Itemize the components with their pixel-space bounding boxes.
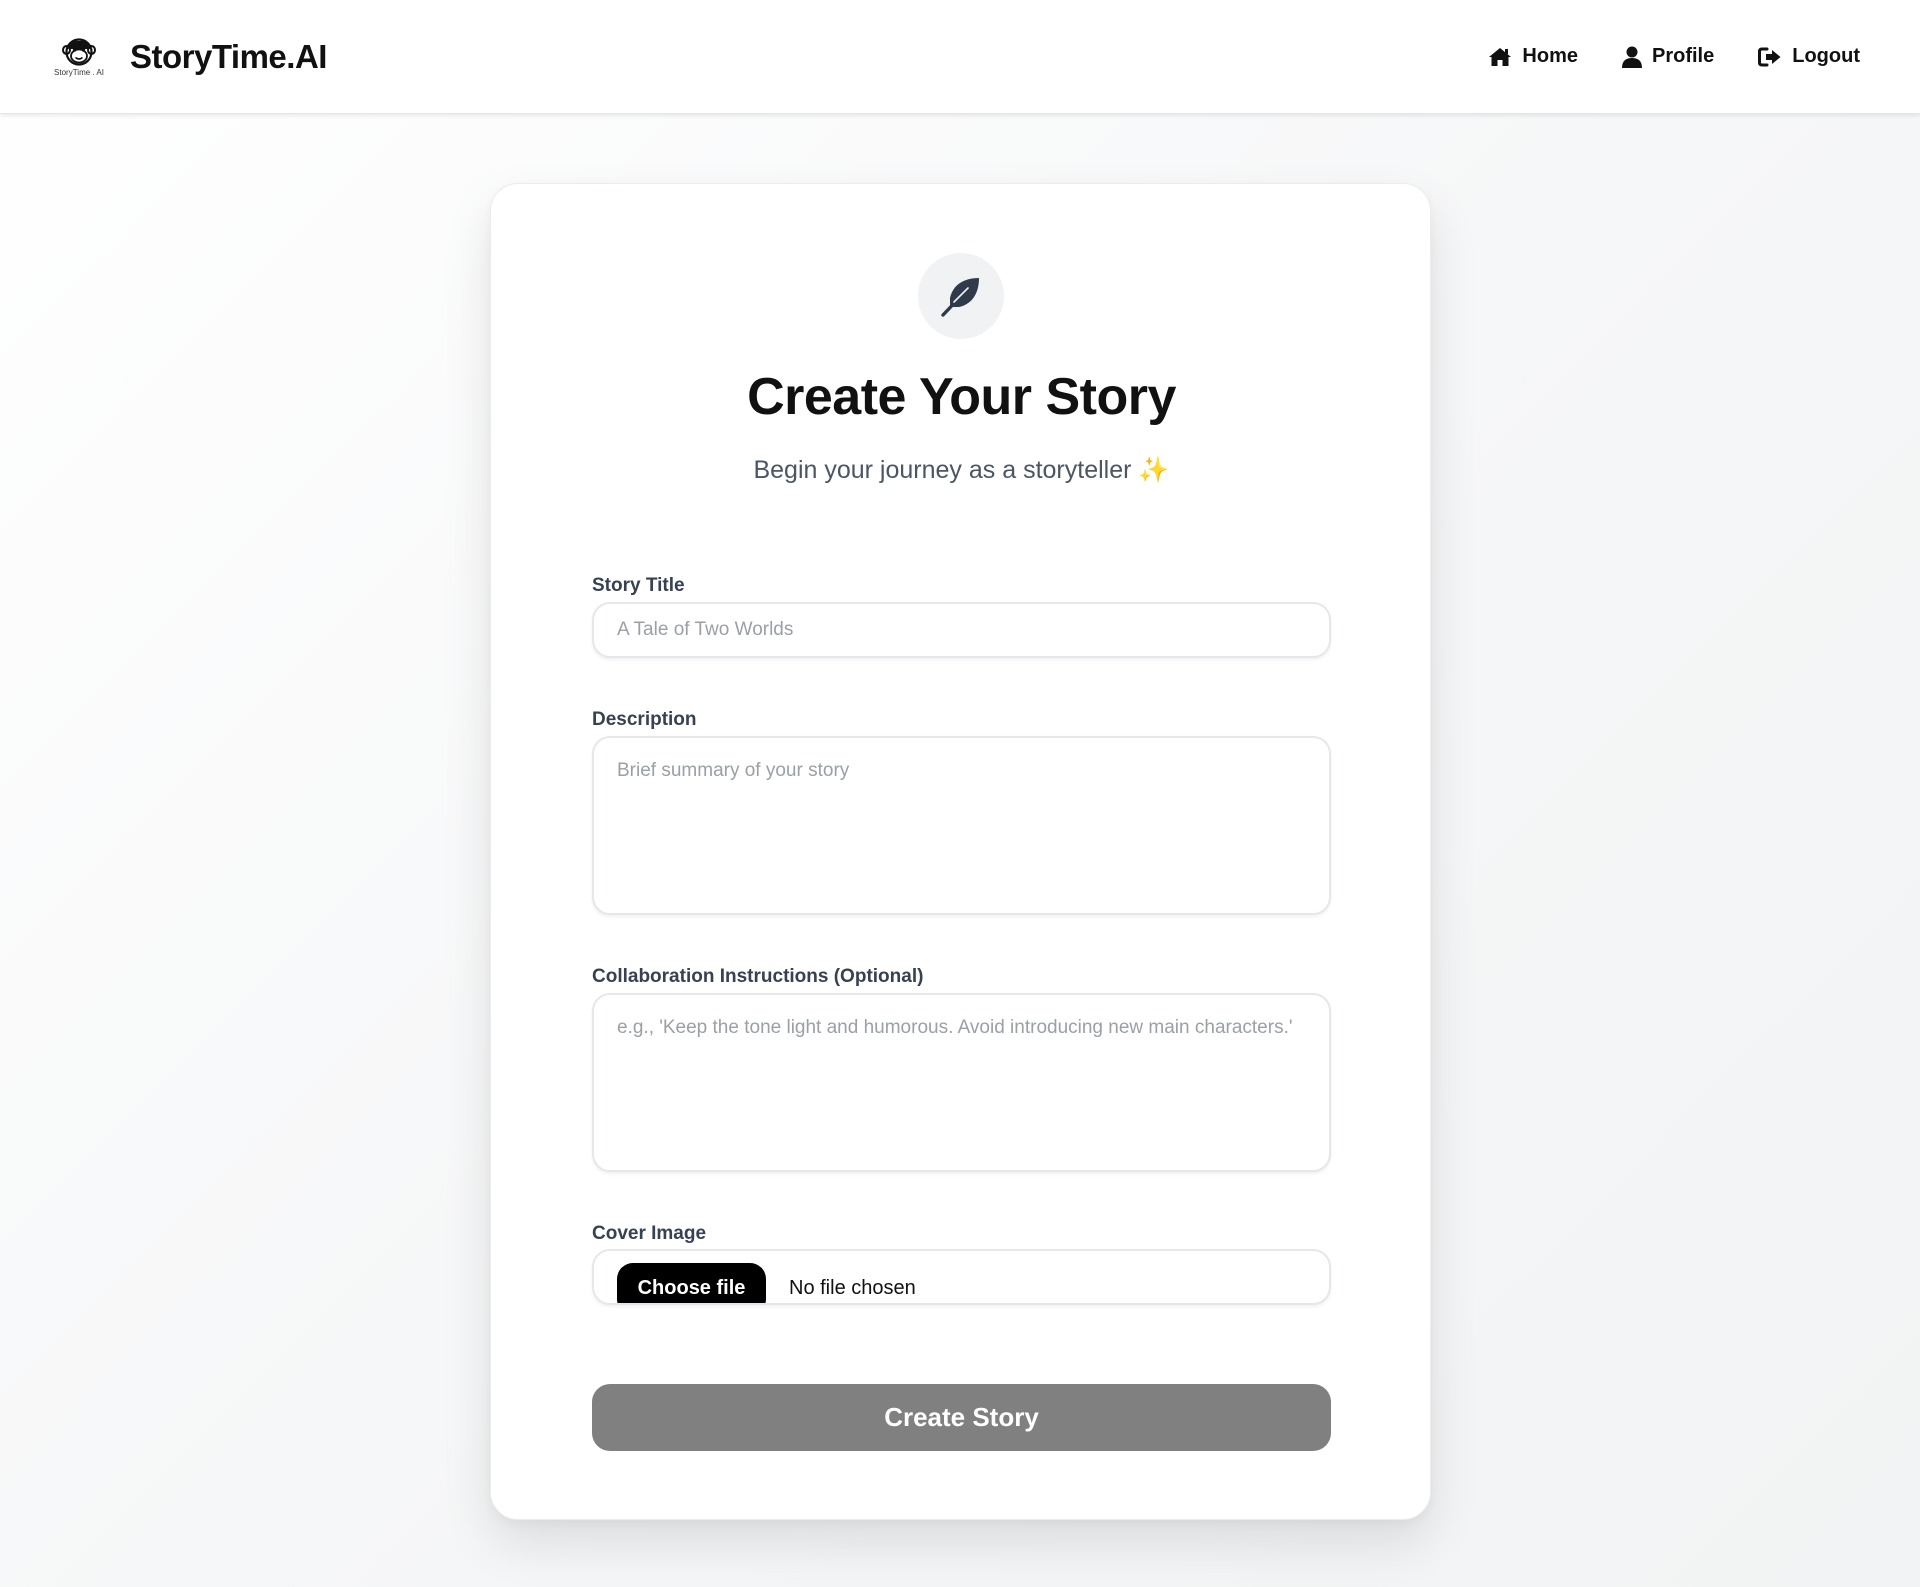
nav-links: Home Profile Logout [1444,45,1860,68]
logout-icon [1758,47,1781,66]
brand[interactable]: StoryTime . AI StoryTime.AI [50,28,327,86]
page-subtitle: Begin your journey as a storyteller ✨ [753,456,1170,484]
brand-name: StoryTime.AI [130,37,327,75]
nav-logout-label: Logout [1792,45,1860,67]
nav-home-label: Home [1522,45,1578,67]
cover-image-file-input[interactable]: Choose file No file chosen [592,1249,1331,1305]
top-navbar: StoryTime . AI StoryTime.AI Home Profile… [0,0,1920,114]
nav-home-link[interactable]: Home [1488,45,1578,68]
file-status: No file chosen [789,1277,916,1299]
nav-profile-link[interactable]: Profile [1622,45,1714,68]
instructions-textarea[interactable] [592,993,1331,1172]
description-label: Description [592,709,697,730]
feather-icon [941,278,979,317]
monkey-logo: StoryTime . AI [50,28,108,86]
create-story-card: Create Your Story Begin your journey as … [490,183,1431,1520]
choose-file-button[interactable]: Choose file [617,1263,766,1303]
home-icon [1489,47,1512,66]
logo-caption: StoryTime . AI [54,67,104,77]
instructions-label: Collaboration Instructions (Optional) [592,966,924,987]
monkey-face-icon [62,37,96,66]
description-textarea[interactable] [592,736,1331,915]
page-title: Create Your Story [747,368,1176,426]
user-icon [1622,46,1642,68]
nav-profile-label: Profile [1652,45,1715,67]
feather-badge [918,253,1004,339]
story-title-input[interactable] [592,602,1331,658]
create-story-button[interactable]: Create Story [592,1384,1331,1451]
story-title-label: Story Title [592,575,685,596]
nav-logout-link[interactable]: Logout [1758,45,1860,68]
cover-image-label: Cover Image [592,1223,707,1244]
